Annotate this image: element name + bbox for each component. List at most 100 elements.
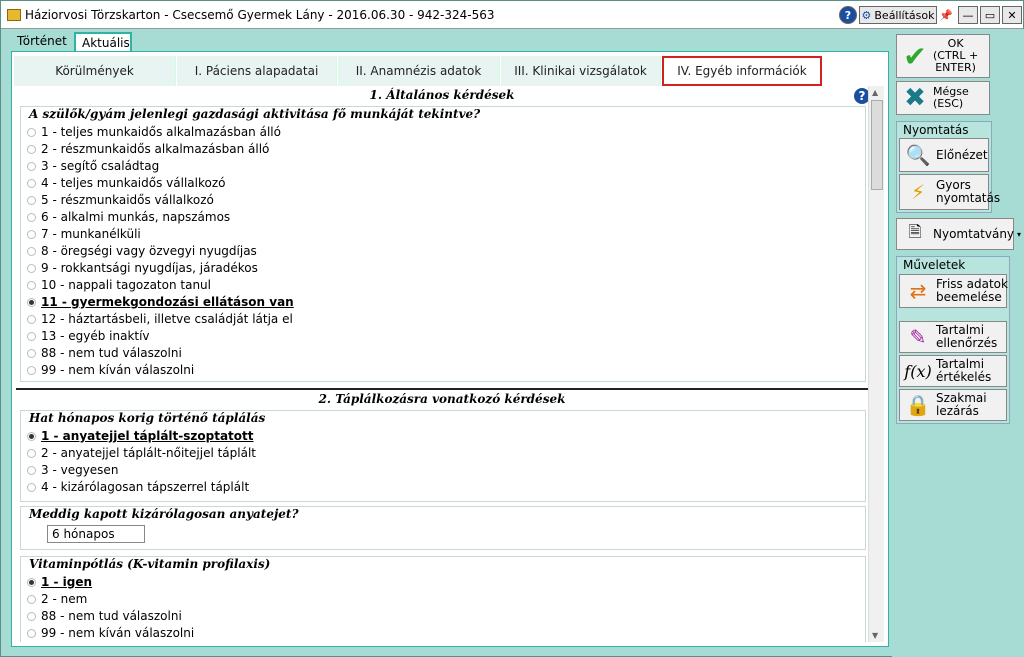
professional-lock-button[interactable]: 🔒 Szakmai lezárás bbox=[899, 389, 1007, 421]
content-check-label: Tartalmi ellenőrzés bbox=[936, 323, 998, 350]
printer-lightning-icon: ⚡ bbox=[910, 180, 926, 204]
economic-option[interactable]: 4 - teljes munkaidős vállalkozó bbox=[27, 176, 225, 190]
radio-button[interactable] bbox=[27, 229, 36, 239]
economic-option[interactable]: 88 - nem tud válaszolni bbox=[27, 346, 182, 360]
window-title: Háziorvosi Törzskarton - Csecsemő Gyerme… bbox=[25, 8, 495, 22]
radio-button[interactable] bbox=[27, 628, 36, 638]
content-panel: Körülmények I. Páciens alapadatai II. An… bbox=[11, 51, 889, 647]
radio-button[interactable] bbox=[27, 263, 36, 273]
option-label: 3 - vegyesen bbox=[41, 463, 119, 477]
feeding-option[interactable]: 3 - vegyesen bbox=[27, 463, 118, 477]
close-button[interactable]: ✕ bbox=[1002, 6, 1022, 24]
economic-option[interactable]: 13 - egyéb inaktív bbox=[27, 329, 150, 343]
breastmilk-duration-field[interactable]: 6 hónapos bbox=[47, 525, 145, 543]
economic-option[interactable]: 8 - öregségi vagy özvegyi nyugdíjas bbox=[27, 244, 257, 258]
tab-history[interactable]: Történet bbox=[11, 32, 73, 52]
cancel-button[interactable]: ✖ Mégse (ESC) bbox=[896, 81, 990, 115]
checklist-icon: ✎ bbox=[909, 325, 927, 349]
function-icon: f(x) bbox=[904, 361, 932, 381]
question-vitamin: Vitaminpótlás (K-vitamin profilaxis) bbox=[29, 557, 271, 571]
section-2-title: 2. Táplálkozásra vonatkozó kérdések bbox=[318, 392, 566, 406]
ok-button[interactable]: ✔ OK (CTRL + ENTER) bbox=[896, 34, 990, 78]
section-divider bbox=[16, 388, 868, 390]
help-icon[interactable]: ? bbox=[839, 6, 857, 24]
tab-circumstances[interactable]: Körülmények bbox=[14, 56, 176, 86]
radio-button[interactable] bbox=[27, 331, 36, 341]
economic-option[interactable]: 5 - részmunkaidős vállalkozó bbox=[27, 193, 214, 207]
radio-button[interactable] bbox=[27, 611, 36, 621]
option-label: 6 - alkalmi munkás, napszámos bbox=[41, 210, 231, 224]
radio-button[interactable] bbox=[27, 314, 36, 324]
content-eval-button[interactable]: f(x) Tartalmi értékelés bbox=[899, 355, 1007, 387]
cross-icon: ✖ bbox=[904, 83, 926, 113]
economic-option[interactable]: 11 - gyermekgondozási ellátáson van bbox=[27, 295, 294, 309]
tab-anamnesis[interactable]: II. Anamnézis adatok bbox=[338, 56, 500, 86]
tab-other-info[interactable]: IV. Egyéb információk bbox=[662, 56, 822, 86]
quick-print-button[interactable]: ⚡ Gyors nyomtatás bbox=[899, 174, 1000, 210]
economic-option[interactable]: 3 - segítő családtag bbox=[27, 159, 159, 173]
radio-button[interactable] bbox=[27, 431, 36, 441]
option-label: 88 - nem tud válaszolni bbox=[41, 346, 182, 360]
option-label: 88 - nem tud válaszolni bbox=[41, 609, 182, 623]
option-label: 1 - anyatejjel táplált-szoptatott bbox=[41, 429, 254, 443]
radio-button[interactable] bbox=[27, 212, 36, 222]
feeding-option[interactable]: 2 - anyatejjel táplált-nőitejjel táplált bbox=[27, 446, 256, 460]
vitamin-option[interactable]: 1 - igen bbox=[27, 575, 92, 589]
radio-button[interactable] bbox=[27, 465, 36, 475]
pin-icon[interactable]: 📌 bbox=[938, 6, 954, 24]
economic-option[interactable]: 10 - nappali tagozaton tanul bbox=[27, 278, 211, 292]
radio-button[interactable] bbox=[27, 144, 36, 154]
vitamin-option[interactable]: 2 - nem bbox=[27, 592, 87, 606]
preview-button[interactable]: 🔍 Előnézet bbox=[899, 138, 989, 172]
economic-option[interactable]: 7 - munkanélküli bbox=[27, 227, 141, 241]
scroll-up-icon[interactable]: ▲ bbox=[872, 88, 878, 97]
radio-button[interactable] bbox=[27, 577, 36, 587]
tab-current[interactable]: Aktuális bbox=[74, 32, 132, 52]
radio-button[interactable] bbox=[27, 348, 36, 358]
radio-button[interactable] bbox=[27, 178, 36, 188]
economic-option[interactable]: 12 - háztartásbeli, illetve családját lá… bbox=[27, 312, 293, 326]
tab-patient-data[interactable]: I. Páciens alapadatai bbox=[177, 56, 337, 86]
option-label: 5 - részmunkaidős vállalkozó bbox=[41, 193, 214, 207]
question-group-vitamin: Vitaminpótlás (K-vitamin profilaxis) 1 -… bbox=[20, 556, 866, 642]
scroll-down-icon[interactable]: ▼ bbox=[872, 631, 878, 640]
fresh-data-label: Friss adatok beemelése bbox=[936, 277, 1008, 304]
option-label: 2 - részmunkaidős alkalmazásban álló bbox=[41, 142, 270, 156]
checkmark-icon: ✔ bbox=[903, 39, 927, 73]
section-1-title: 1. Általános kérdések bbox=[369, 88, 515, 102]
economic-option[interactable]: 2 - részmunkaidős alkalmazásban álló bbox=[27, 142, 269, 156]
economic-option[interactable]: 9 - rokkantsági nyugdíjas, járadékos bbox=[27, 261, 258, 275]
economic-option[interactable]: 6 - alkalmi munkás, napszámos bbox=[27, 210, 230, 224]
option-label: 11 - gyermekgondozási ellátáson van bbox=[41, 295, 294, 309]
scroll-thumb[interactable] bbox=[871, 100, 883, 190]
tab-clinical[interactable]: III. Klinikai vizsgálatok bbox=[501, 56, 661, 86]
form-dropdown-button[interactable]: 🗎 Nyomtatvány ▾ bbox=[896, 218, 1021, 250]
minimize-button[interactable]: — bbox=[958, 6, 978, 24]
settings-button[interactable]: ⚙ Beállítások bbox=[859, 6, 937, 24]
radio-button[interactable] bbox=[27, 448, 36, 458]
radio-button[interactable] bbox=[27, 365, 36, 375]
restore-button[interactable]: ▭ bbox=[980, 6, 1000, 24]
form-label: Nyomtatvány bbox=[933, 227, 1015, 241]
content-check-button[interactable]: ✎ Tartalmi ellenőrzés bbox=[899, 321, 1007, 353]
print-group-title: Nyomtatás bbox=[903, 123, 969, 137]
vertical-scrollbar[interactable]: ▲ ▼ bbox=[868, 86, 884, 642]
economic-option[interactable]: 99 - nem kíván válaszolni bbox=[27, 363, 194, 377]
radio-button[interactable] bbox=[27, 127, 36, 137]
radio-button[interactable] bbox=[27, 594, 36, 604]
radio-button[interactable] bbox=[27, 161, 36, 171]
vitamin-option[interactable]: 88 - nem tud válaszolni bbox=[27, 609, 182, 623]
vitamin-option[interactable]: 99 - nem kíván válaszolni bbox=[27, 626, 194, 640]
option-label: 12 - háztartásbeli, illetve családját lá… bbox=[41, 312, 293, 326]
economic-option[interactable]: 1 - teljes munkaidős alkalmazásban álló bbox=[27, 125, 281, 139]
radio-button[interactable] bbox=[27, 246, 36, 256]
radio-button[interactable] bbox=[27, 195, 36, 205]
feeding-option[interactable]: 1 - anyatejjel táplált-szoptatott bbox=[27, 429, 254, 443]
feeding-option[interactable]: 4 - kizárólagosan tápszerrel táplált bbox=[27, 480, 249, 494]
radio-button[interactable] bbox=[27, 482, 36, 492]
fresh-data-button[interactable]: ⇄ Friss adatok beemelése bbox=[899, 274, 1008, 308]
radio-button[interactable] bbox=[27, 280, 36, 290]
radio-button[interactable] bbox=[27, 297, 36, 307]
action-sidebar: ✔ OK (CTRL + ENTER) ✖ Mégse (ESC) Nyomta… bbox=[892, 29, 1024, 657]
help-icon[interactable]: ? bbox=[854, 88, 868, 104]
